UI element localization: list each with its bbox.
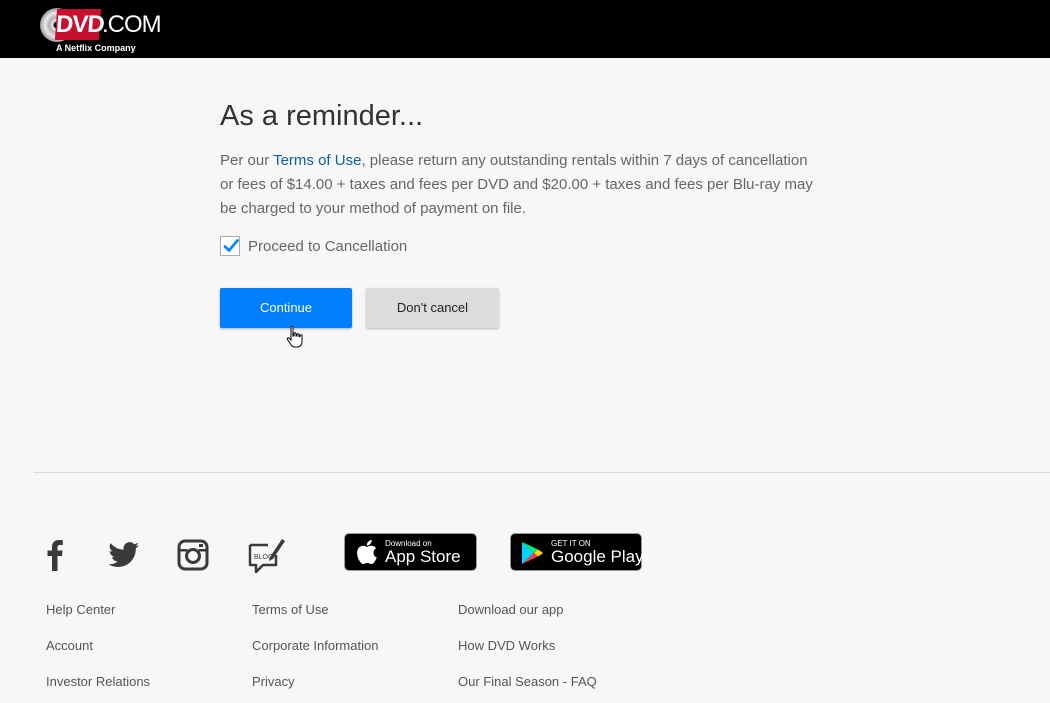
reminder-text: Per our Terms of Use, please return any …	[220, 149, 820, 221]
header-bar: DVD .COM A Netflix Company	[0, 0, 1050, 58]
reminder-panel: As a reminder... Per our Terms of Use, p…	[220, 95, 840, 328]
app-store-badge[interactable]: Download on App Store	[344, 533, 477, 571]
terms-of-use-footer-link[interactable]: Terms of Use	[252, 602, 329, 617]
terms-of-use-link[interactable]: Terms of Use	[273, 152, 361, 169]
account-link[interactable]: Account	[46, 638, 93, 653]
checkmark-icon	[223, 239, 239, 252]
logo-dvd-text: DVD	[54, 9, 105, 40]
google-play-badge[interactable]: GET IT ON Google Play	[510, 533, 644, 571]
privacy-link[interactable]: Privacy	[252, 674, 295, 689]
logo-tagline: A Netflix Company	[56, 43, 136, 53]
google-play-icon	[522, 542, 543, 564]
continue-button[interactable]: Continue	[220, 288, 352, 328]
final-season-faq-link[interactable]: Our Final Season - FAQ	[458, 674, 597, 689]
proceed-checkbox-row[interactable]: Proceed to Cancellation	[220, 235, 407, 257]
how-dvd-works-link[interactable]: How DVD Works	[458, 638, 555, 653]
page-title: As a reminder...	[220, 100, 424, 132]
investor-relations-link[interactable]: Investor Relations	[46, 674, 150, 689]
reminder-text-prefix: Per our	[220, 152, 274, 169]
blog-icon-text: BLOG	[254, 554, 273, 561]
logo-com-text: .COM	[102, 11, 162, 38]
twitter-icon	[108, 542, 140, 567]
proceed-checkbox[interactable]	[220, 236, 240, 256]
instagram-link[interactable]	[175, 535, 211, 575]
twitter-link[interactable]	[105, 535, 143, 575]
google-play-big-text: Google Play	[551, 547, 644, 566]
dvd-logo[interactable]: DVD .COM A Netflix Company	[38, 4, 162, 56]
help-center-link[interactable]: Help Center	[46, 602, 115, 617]
facebook-link[interactable]	[40, 535, 70, 575]
blog-link[interactable]: BLOG	[245, 535, 287, 575]
app-store-big-text: App Store	[385, 547, 461, 566]
corporate-information-link[interactable]: Corporate Information	[252, 638, 378, 653]
proceed-checkbox-label: Proceed to Cancellation	[248, 237, 408, 255]
download-app-link[interactable]: Download our app	[458, 602, 564, 617]
apple-icon	[357, 540, 377, 564]
facebook-icon	[47, 540, 63, 571]
hand-cursor-icon	[286, 325, 303, 348]
dont-cancel-button[interactable]: Don't cancel	[366, 288, 499, 328]
blog-icon: BLOG	[248, 539, 285, 574]
instagram-icon	[177, 539, 209, 571]
footer-divider	[34, 472, 1050, 473]
